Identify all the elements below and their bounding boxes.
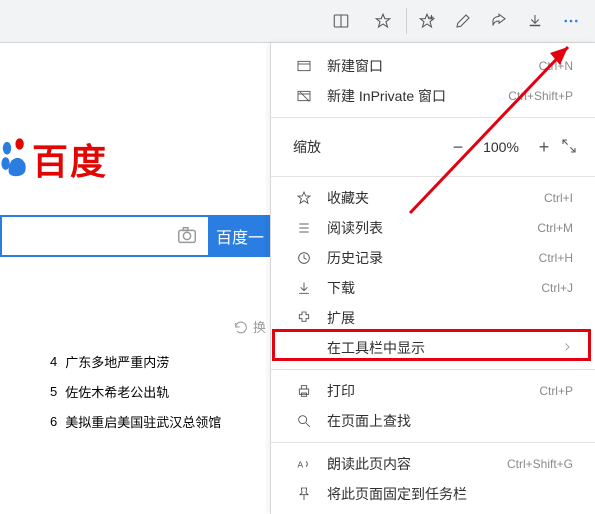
menu-label: 朗读此页内容: [327, 454, 507, 474]
puzzle-icon: [293, 310, 315, 326]
menu-more-tools[interactable]: 更多工具: [271, 509, 595, 514]
trend-rank: 5: [50, 384, 57, 399]
pen-icon[interactable]: [445, 0, 481, 42]
viewport: 百度 百度一 换 4 广东多地严重内涝 5 佐佐木希老公出轨: [0, 0, 595, 514]
read-aloud-icon: A: [293, 456, 315, 472]
settings-menu: 新建窗口 Ctrl+N 新建 InPrivate 窗口 Ctrl+Shift+P…: [270, 43, 595, 514]
menu-label: 打印: [327, 381, 539, 401]
menu-find[interactable]: 在页面上查找: [271, 406, 595, 436]
baidu-paw-icon: [0, 135, 28, 184]
fullscreen-button[interactable]: [561, 138, 577, 157]
baidu-logo-text: 百度: [32, 133, 108, 185]
menu-label: 将此页面固定到任务栏: [327, 484, 573, 504]
download-icon: [293, 280, 315, 296]
menu-shortcut: Ctrl+Shift+G: [507, 457, 573, 471]
trend-title: 广东多地严重内涝: [65, 352, 169, 371]
menu-shortcut: Ctrl+P: [539, 384, 573, 398]
menu-downloads[interactable]: 下载 Ctrl+J: [271, 273, 595, 303]
list-icon: [293, 220, 315, 236]
menu-separator: [271, 369, 595, 370]
menu-shortcut: Ctrl+J: [541, 281, 573, 295]
trend-title: 美拟重启美国驻武汉总领馆: [65, 412, 221, 431]
menu-label: 扩展: [327, 308, 573, 328]
chevron-right-icon: [561, 341, 573, 356]
menu-pin-taskbar[interactable]: 将此页面固定到任务栏: [271, 479, 595, 509]
search-row: 百度一: [0, 215, 270, 257]
menu-history[interactable]: 历史记录 Ctrl+H: [271, 243, 595, 273]
zoom-out-button[interactable]: −: [441, 137, 475, 158]
share-icon[interactable]: [481, 0, 517, 42]
menu-label: 阅读列表: [327, 218, 537, 238]
menu-label: 历史记录: [327, 248, 539, 268]
search-button[interactable]: 百度一: [210, 215, 270, 257]
trend-list: 4 广东多地严重内涝 5 佐佐木希老公出轨 6 美拟重启美国驻武汉总领馆: [0, 336, 270, 436]
menu-label: 在工具栏中显示: [327, 338, 561, 358]
star-outline-icon[interactable]: [362, 0, 404, 42]
menu-shortcut: Ctrl+H: [539, 251, 573, 265]
menu-zoom: 缩放 − 100% +: [271, 124, 595, 170]
more-icon[interactable]: [553, 0, 589, 42]
menu-print[interactable]: 打印 Ctrl+P: [271, 376, 595, 406]
inprivate-icon: [293, 88, 315, 104]
page-content: 百度 百度一 换 4 广东多地严重内涝 5 佐佐木希老公出轨: [0, 43, 270, 514]
baidu-logo[interactable]: 百度: [0, 133, 270, 185]
menu-extensions[interactable]: 扩展: [271, 303, 595, 333]
menu-label: 在页面上查找: [327, 411, 573, 431]
reading-view-icon[interactable]: [320, 0, 362, 42]
svg-text:A: A: [297, 459, 303, 469]
browser-toolbar: [0, 0, 595, 43]
menu-shortcut: Ctrl+I: [544, 191, 573, 205]
list-item[interactable]: 6 美拟重启美国驻武汉总领馆: [42, 406, 270, 436]
menu-shortcut: Ctrl+M: [537, 221, 573, 235]
star-plus-icon[interactable]: [409, 0, 445, 42]
pin-icon: [293, 486, 315, 502]
menu-shortcut: Ctrl+N: [539, 59, 573, 73]
menu-label: 收藏夹: [327, 188, 544, 208]
download-icon[interactable]: [517, 0, 553, 42]
menu-read-aloud[interactable]: A 朗读此页内容 Ctrl+Shift+G: [271, 449, 595, 479]
zoom-value: 100%: [475, 139, 527, 155]
camera-icon[interactable]: [176, 224, 198, 249]
menu-show-in-toolbar[interactable]: 在工具栏中显示: [271, 333, 595, 363]
trend-rank: 4: [50, 354, 57, 369]
menu-reading-list[interactable]: 阅读列表 Ctrl+M: [271, 213, 595, 243]
star-icon: [293, 190, 315, 206]
list-item[interactable]: 5 佐佐木希老公出轨: [42, 376, 270, 406]
menu-separator: [271, 117, 595, 118]
menu-new-window[interactable]: 新建窗口 Ctrl+N: [271, 51, 595, 81]
menu-favorites[interactable]: 收藏夹 Ctrl+I: [271, 183, 595, 213]
refresh-label: 换: [253, 317, 266, 336]
toolbar-left-group: [0, 0, 404, 42]
menu-label: 新建窗口: [327, 56, 539, 76]
menu-separator: [271, 176, 595, 177]
menu-label: 下载: [327, 278, 541, 298]
printer-icon: [293, 383, 315, 399]
search-input[interactable]: [0, 215, 210, 257]
menu-shortcut: Ctrl+Shift+P: [508, 89, 573, 103]
window-icon: [293, 58, 315, 74]
history-icon: [293, 250, 315, 266]
trend-rank: 6: [50, 414, 57, 429]
search-icon: [293, 413, 315, 429]
toolbar-separator: [406, 8, 407, 34]
menu-new-inprivate[interactable]: 新建 InPrivate 窗口 Ctrl+Shift+P: [271, 81, 595, 111]
list-item[interactable]: 4 广东多地严重内涝: [42, 346, 270, 376]
menu-label: 新建 InPrivate 窗口: [327, 86, 508, 106]
trend-title: 佐佐木希老公出轨: [65, 382, 169, 401]
refresh-trends[interactable]: 换: [0, 317, 270, 336]
zoom-in-button[interactable]: +: [527, 137, 561, 158]
zoom-label: 缩放: [293, 137, 347, 157]
menu-separator: [271, 442, 595, 443]
